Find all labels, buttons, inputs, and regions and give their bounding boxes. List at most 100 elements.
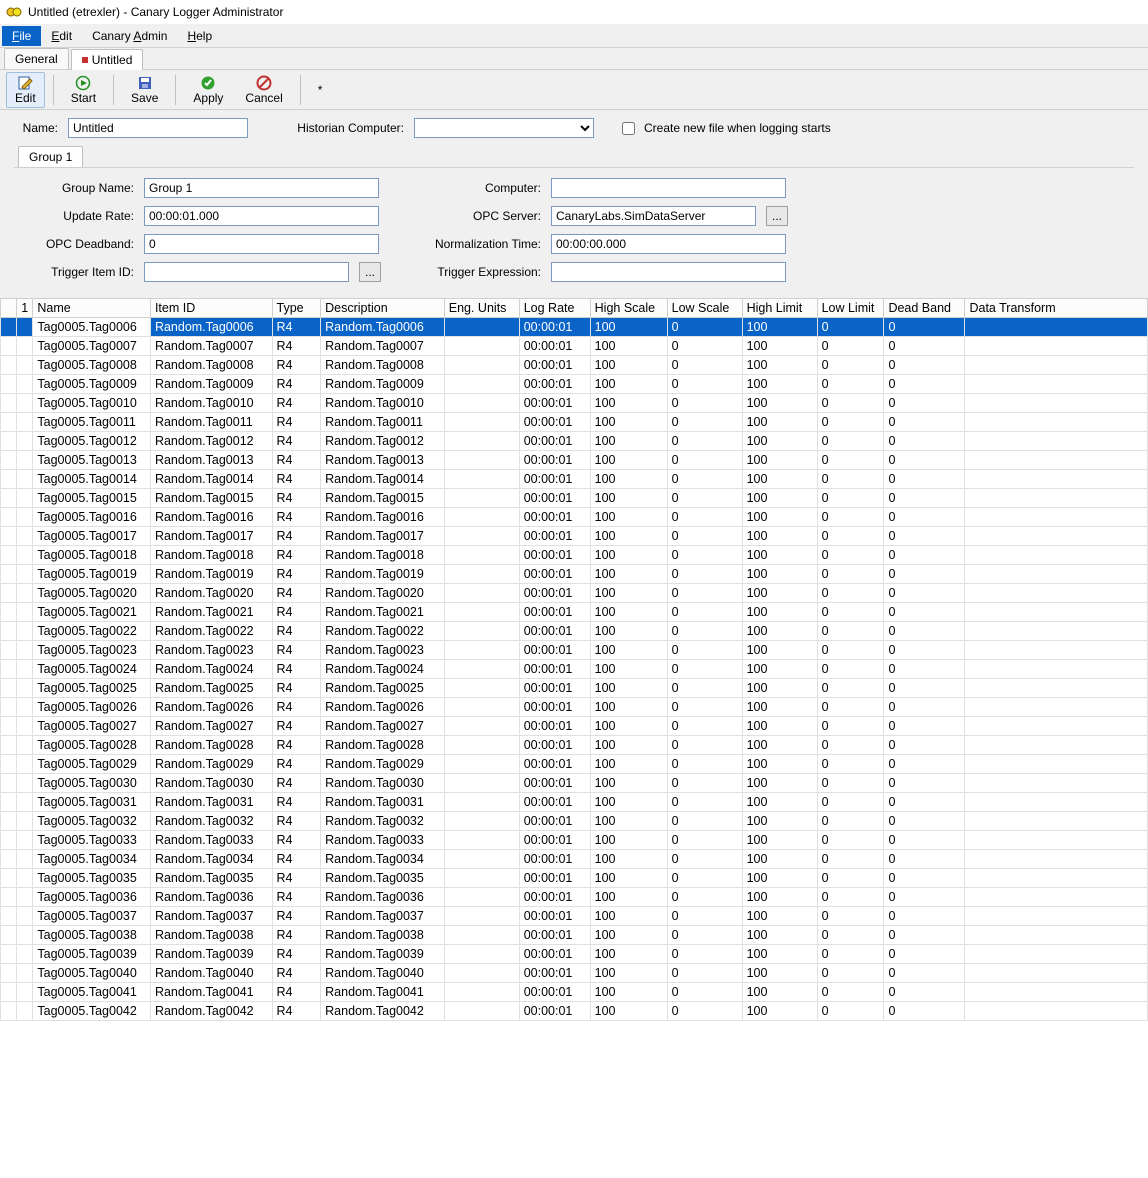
cell-engunits[interactable] [444,736,519,755]
cell-deadband[interactable]: 0 [884,451,965,470]
cell-lowlimit[interactable]: 0 [817,907,884,926]
row-index-cell[interactable] [17,641,33,660]
cell-lowlimit[interactable]: 0 [817,755,884,774]
row-header-cell[interactable] [1,584,17,603]
cell-description[interactable]: Random.Tag0041 [321,983,445,1002]
cell-engunits[interactable] [444,470,519,489]
cell-highscale[interactable]: 100 [590,1002,667,1021]
cell-itemid[interactable]: Random.Tag0039 [150,945,272,964]
cell-engunits[interactable] [444,774,519,793]
cell-lograte[interactable]: 00:00:01 [519,679,590,698]
table-row[interactable]: Tag0005.Tag0028Random.Tag0028R4Random.Ta… [1,736,1148,755]
cell-highscale[interactable]: 100 [590,907,667,926]
cell-type[interactable]: R4 [272,527,321,546]
cell-datatransform[interactable] [965,869,1148,888]
cell-deadband[interactable]: 0 [884,907,965,926]
cell-highlimit[interactable]: 100 [742,413,817,432]
cell-itemid[interactable]: Random.Tag0029 [150,755,272,774]
cell-lowlimit[interactable]: 0 [817,641,884,660]
cell-lowlimit[interactable]: 0 [817,1002,884,1021]
cell-datatransform[interactable] [965,622,1148,641]
table-row[interactable]: Tag0005.Tag0032Random.Tag0032R4Random.Ta… [1,812,1148,831]
cell-itemid[interactable]: Random.Tag0017 [150,527,272,546]
cell-lograte[interactable]: 00:00:01 [519,717,590,736]
cell-name[interactable]: Tag0005.Tag0042 [33,1002,151,1021]
row-index-cell[interactable] [17,945,33,964]
trigger-expr-input[interactable] [551,262,786,282]
cell-type[interactable]: R4 [272,318,321,337]
cell-datatransform[interactable] [965,812,1148,831]
cell-deadband[interactable]: 0 [884,565,965,584]
cell-description[interactable]: Random.Tag0025 [321,679,445,698]
cell-lowscale[interactable]: 0 [667,888,742,907]
cell-name[interactable]: Tag0005.Tag0034 [33,850,151,869]
cell-name[interactable]: Tag0005.Tag0027 [33,717,151,736]
cell-type[interactable]: R4 [272,755,321,774]
cell-lograte[interactable]: 00:00:01 [519,793,590,812]
table-row[interactable]: Tag0005.Tag0010Random.Tag0010R4Random.Ta… [1,394,1148,413]
cell-lowscale[interactable]: 0 [667,318,742,337]
cell-lowscale[interactable]: 0 [667,907,742,926]
row-header-cell[interactable] [1,793,17,812]
cell-type[interactable]: R4 [272,470,321,489]
cell-datatransform[interactable] [965,356,1148,375]
cell-description[interactable]: Random.Tag0037 [321,907,445,926]
cell-type[interactable]: R4 [272,356,321,375]
cell-deadband[interactable]: 0 [884,679,965,698]
cell-lograte[interactable]: 00:00:01 [519,470,590,489]
row-index-cell[interactable] [17,546,33,565]
cell-engunits[interactable] [444,546,519,565]
cell-engunits[interactable] [444,641,519,660]
cell-deadband[interactable]: 0 [884,375,965,394]
group-tab[interactable]: Group 1 [18,146,83,167]
cell-itemid[interactable]: Random.Tag0027 [150,717,272,736]
cell-lograte[interactable]: 00:00:01 [519,356,590,375]
cell-highlimit[interactable]: 100 [742,356,817,375]
cell-lograte[interactable]: 00:00:01 [519,945,590,964]
cell-name[interactable]: Tag0005.Tag0020 [33,584,151,603]
cell-lograte[interactable]: 00:00:01 [519,451,590,470]
table-row[interactable]: Tag0005.Tag0022Random.Tag0022R4Random.Ta… [1,622,1148,641]
cell-lograte[interactable]: 00:00:01 [519,812,590,831]
cell-highscale[interactable]: 100 [590,660,667,679]
cell-datatransform[interactable] [965,774,1148,793]
cell-highscale[interactable]: 100 [590,337,667,356]
row-header-cell[interactable] [1,831,17,850]
cell-deadband[interactable]: 0 [884,318,965,337]
col-header[interactable]: Log Rate [519,299,590,318]
cell-name[interactable]: Tag0005.Tag0030 [33,774,151,793]
cell-highscale[interactable]: 100 [590,432,667,451]
row-header-cell[interactable] [1,470,17,489]
cell-lowscale[interactable]: 0 [667,432,742,451]
row-index-cell[interactable] [17,413,33,432]
cell-deadband[interactable]: 0 [884,926,965,945]
cell-highscale[interactable]: 100 [590,717,667,736]
cell-datatransform[interactable] [965,432,1148,451]
table-row[interactable]: Tag0005.Tag0036Random.Tag0036R4Random.Ta… [1,888,1148,907]
cell-engunits[interactable] [444,983,519,1002]
cell-highscale[interactable]: 100 [590,850,667,869]
table-row[interactable]: Tag0005.Tag0042Random.Tag0042R4Random.Ta… [1,1002,1148,1021]
cell-highlimit[interactable]: 100 [742,774,817,793]
table-row[interactable]: Tag0005.Tag0039Random.Tag0039R4Random.Ta… [1,945,1148,964]
cell-type[interactable]: R4 [272,926,321,945]
cell-lograte[interactable]: 00:00:01 [519,394,590,413]
cell-lowlimit[interactable]: 0 [817,565,884,584]
cell-description[interactable]: Random.Tag0018 [321,546,445,565]
cell-highscale[interactable]: 100 [590,413,667,432]
cell-engunits[interactable] [444,622,519,641]
table-row[interactable]: Tag0005.Tag0027Random.Tag0027R4Random.Ta… [1,717,1148,736]
cell-lowscale[interactable]: 0 [667,375,742,394]
cell-type[interactable]: R4 [272,508,321,527]
cell-datatransform[interactable] [965,451,1148,470]
cell-datatransform[interactable] [965,983,1148,1002]
cell-datatransform[interactable] [965,375,1148,394]
cell-name[interactable]: Tag0005.Tag0025 [33,679,151,698]
row-header-cell[interactable] [1,755,17,774]
cell-highscale[interactable]: 100 [590,964,667,983]
cell-highlimit[interactable]: 100 [742,660,817,679]
cell-deadband[interactable]: 0 [884,812,965,831]
cell-datatransform[interactable] [965,641,1148,660]
cell-name[interactable]: Tag0005.Tag0033 [33,831,151,850]
cell-lowlimit[interactable]: 0 [817,888,884,907]
